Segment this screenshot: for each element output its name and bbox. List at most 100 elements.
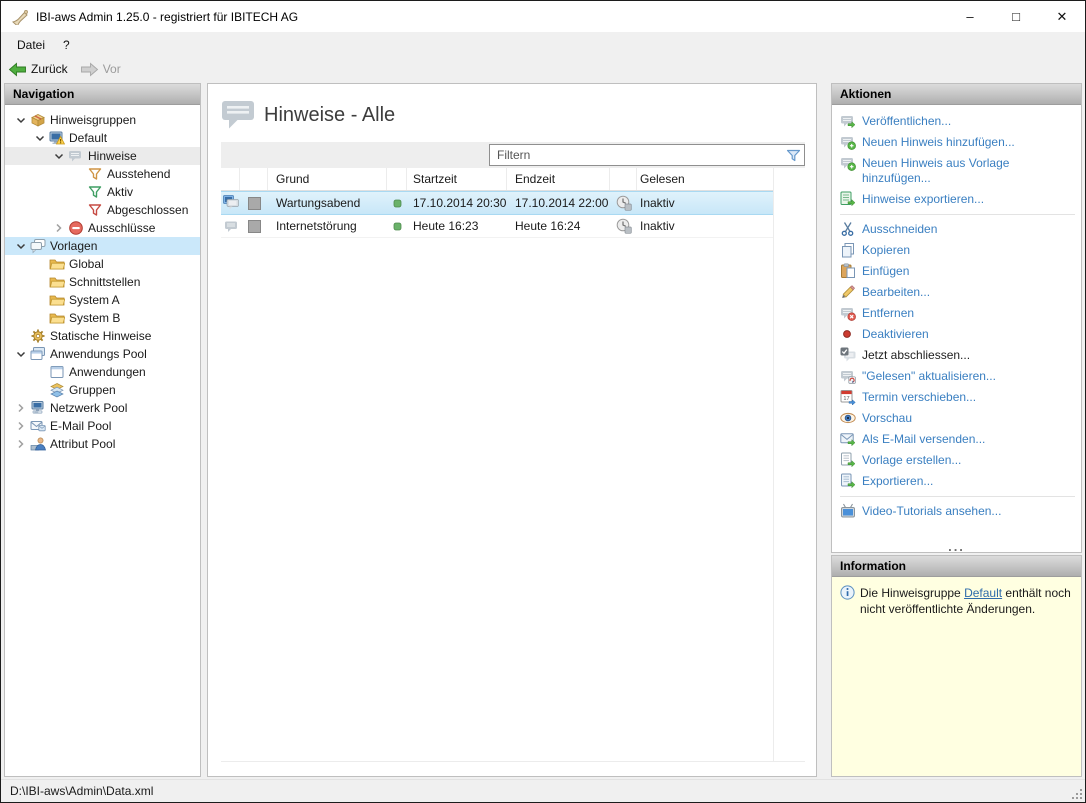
action-veröffentlichen[interactable]: Veröffentlichen... xyxy=(838,111,1077,132)
back-button[interactable]: Zurück xyxy=(8,62,68,77)
main-content-panel: Hinweise - Alle GrundStartzeitEndzeitGel… xyxy=(207,83,817,777)
tree-item-label: Default xyxy=(66,131,107,145)
navigation-header: Navigation xyxy=(5,84,200,105)
action-vorschau[interactable]: Vorschau xyxy=(838,408,1077,429)
column-header-icon[interactable] xyxy=(240,168,268,190)
chevron-right-icon[interactable] xyxy=(11,418,30,434)
chevron-down-icon[interactable] xyxy=(11,238,30,254)
resize-grip-icon[interactable] xyxy=(1071,788,1083,800)
tree-item-label: Hinweisgruppen xyxy=(47,113,136,127)
action-video-tutorials-ansehen[interactable]: Video-Tutorials ansehen... xyxy=(838,501,1077,522)
tree-item-aktiv[interactable]: Aktiv xyxy=(5,183,200,201)
action-als-e-mail-versenden[interactable]: Als E-Mail versenden... xyxy=(838,429,1077,450)
tree-item-hinweisgruppen[interactable]: Hinweisgruppen xyxy=(5,111,200,129)
hint-group-default-link[interactable]: Default xyxy=(964,586,1002,600)
tree-item-attribut-pool[interactable]: Attribut Pool xyxy=(5,435,200,453)
action-kopieren[interactable]: Kopieren xyxy=(838,240,1077,261)
info-icon xyxy=(840,585,855,600)
send-email-icon xyxy=(840,431,856,447)
maximize-button[interactable]: □ xyxy=(993,1,1039,32)
tree-item-anwendungen[interactable]: Anwendungen xyxy=(5,363,200,381)
tree-item-default[interactable]: Default xyxy=(5,129,200,147)
chevron-down-icon[interactable] xyxy=(11,346,30,362)
tree-item-vorlagen[interactable]: Vorlagen xyxy=(5,237,200,255)
chevron-down-icon[interactable] xyxy=(30,130,49,146)
information-text: Die Hinweisgruppe Default enthält noch n… xyxy=(860,585,1072,617)
tree-item-label: Ausstehend xyxy=(104,167,170,181)
update-read-icon xyxy=(840,368,856,384)
action-entfernen[interactable]: Entfernen xyxy=(838,303,1077,324)
tree-item-netzwerk-pool[interactable]: Netzwerk Pool xyxy=(5,399,200,417)
action-label: Entfernen xyxy=(862,306,914,321)
folder-icon xyxy=(49,274,66,290)
action-deaktivieren[interactable]: Deaktivieren xyxy=(838,324,1077,345)
table-header-row[interactable]: Grund StartzeitEndzeit Gelesen xyxy=(221,168,774,191)
chevron-right-icon[interactable] xyxy=(49,220,68,236)
cell-startzeit: Heute 16:23 xyxy=(407,215,507,237)
tree-item-gruppen[interactable]: Gruppen xyxy=(5,381,200,399)
remove-icon xyxy=(840,305,856,321)
tree-item-global[interactable]: Global xyxy=(5,255,200,273)
tree-item-ausstehend[interactable]: Ausstehend xyxy=(5,165,200,183)
action-gelesen-aktualisieren[interactable]: "Gelesen" aktualisieren... xyxy=(838,366,1077,387)
tree-item-system-b[interactable]: System B xyxy=(5,309,200,327)
column-header-startzeit[interactable]: Startzeit xyxy=(407,168,507,190)
tree-item-label: System A xyxy=(66,293,120,307)
filter-box xyxy=(489,144,805,166)
action-vorlage-erstellen[interactable]: Vorlage erstellen... xyxy=(838,450,1077,471)
forward-button[interactable]: Vor xyxy=(80,62,121,77)
tree-item-system-a[interactable]: System A xyxy=(5,291,200,309)
action-ausschneiden[interactable]: Ausschneiden xyxy=(838,219,1077,240)
tree-item-schnittstellen[interactable]: Schnittstellen xyxy=(5,273,200,291)
panel-splitter-grip[interactable]: ... xyxy=(832,543,1081,551)
cell-gelesen: Inaktiv xyxy=(637,215,774,237)
tree-item-label: Abgeschlossen xyxy=(104,203,188,217)
action-jetzt-abschliessen[interactable]: Jetzt abschliessen... xyxy=(838,345,1077,366)
action-hinweise-exportieren[interactable]: Hinweise exportieren... xyxy=(838,189,1077,210)
minimize-button[interactable]: – xyxy=(947,1,993,32)
email-icon xyxy=(30,418,47,434)
chevron-down-icon[interactable] xyxy=(11,112,30,128)
action-neuen-hinweis-hinzufügen[interactable]: Neuen Hinweis hinzufügen... xyxy=(838,132,1077,153)
table-row-wartungsabend[interactable]: Wartungsabend17.10.2014 20:3017.10.2014 … xyxy=(221,191,774,215)
column-header-endzeit[interactable]: Endzeit xyxy=(507,168,610,190)
actions-separator xyxy=(840,496,1075,497)
menu-item-help[interactable]: ? xyxy=(54,35,79,55)
tree-item-statische-hinweise[interactable]: Statische Hinweise xyxy=(5,327,200,345)
filter-funnel-icon[interactable] xyxy=(786,148,804,163)
preview-eye-icon xyxy=(840,410,856,426)
tree-item-ausschlüsse[interactable]: Ausschlüsse xyxy=(5,219,200,237)
chevron-down-icon[interactable] xyxy=(49,148,68,164)
chevron-right-icon[interactable] xyxy=(11,400,30,416)
status-bar: D:\IBI-aws\Admin\Data.xml xyxy=(1,779,1085,802)
hint-published-icon xyxy=(221,192,240,214)
action-termin-verschieben[interactable]: 17Termin verschieben... xyxy=(838,387,1077,408)
actions-list: Veröffentlichen...Neuen Hinweis hinzufüg… xyxy=(832,105,1081,552)
table-row-internetstörung[interactable]: InternetstörungHeute 16:23Heute 16:24Ina… xyxy=(221,215,774,238)
funnel-orange-icon xyxy=(87,166,104,182)
publish-icon xyxy=(840,113,856,129)
column-header-icon[interactable] xyxy=(387,168,407,190)
close-button[interactable]: ✕ xyxy=(1039,1,1085,32)
column-header-icon[interactable] xyxy=(221,168,240,190)
chevron-right-icon[interactable] xyxy=(11,436,30,452)
action-neuen-hinweis-aus-vorlage-hinzufügen[interactable]: Neuen Hinweis aus Vorlage hinzufügen... xyxy=(838,153,1077,189)
action-exportieren[interactable]: Exportieren... xyxy=(838,471,1077,492)
action-label: Ausschneiden xyxy=(862,222,937,237)
filter-input[interactable] xyxy=(490,146,786,164)
column-header-gelesen[interactable]: Gelesen xyxy=(637,168,774,190)
column-header-grund[interactable]: Grund xyxy=(268,168,387,190)
action-einfügen[interactable]: Einfügen xyxy=(838,261,1077,282)
action-bearbeiten[interactable]: Bearbeiten... xyxy=(838,282,1077,303)
tree-item-anwendungs-pool[interactable]: Anwendungs Pool xyxy=(5,345,200,363)
tree-item-hinweise[interactable]: Hinweise xyxy=(5,147,200,165)
menu-item-datei[interactable]: Datei xyxy=(8,35,54,55)
network-icon xyxy=(30,400,47,416)
tree-item-e-mail-pool[interactable]: E-Mail Pool xyxy=(5,417,200,435)
tree-item-abgeschlossen[interactable]: Abgeschlossen xyxy=(5,201,200,219)
window-icon xyxy=(49,364,66,380)
actions-panel: Aktionen Veröffentlichen...Neuen Hinweis… xyxy=(831,83,1082,553)
column-header-icon[interactable] xyxy=(610,168,637,190)
hints-list: Grund StartzeitEndzeit Gelesen Wartungsabe… xyxy=(221,142,805,762)
action-label: Bearbeiten... xyxy=(862,285,930,300)
